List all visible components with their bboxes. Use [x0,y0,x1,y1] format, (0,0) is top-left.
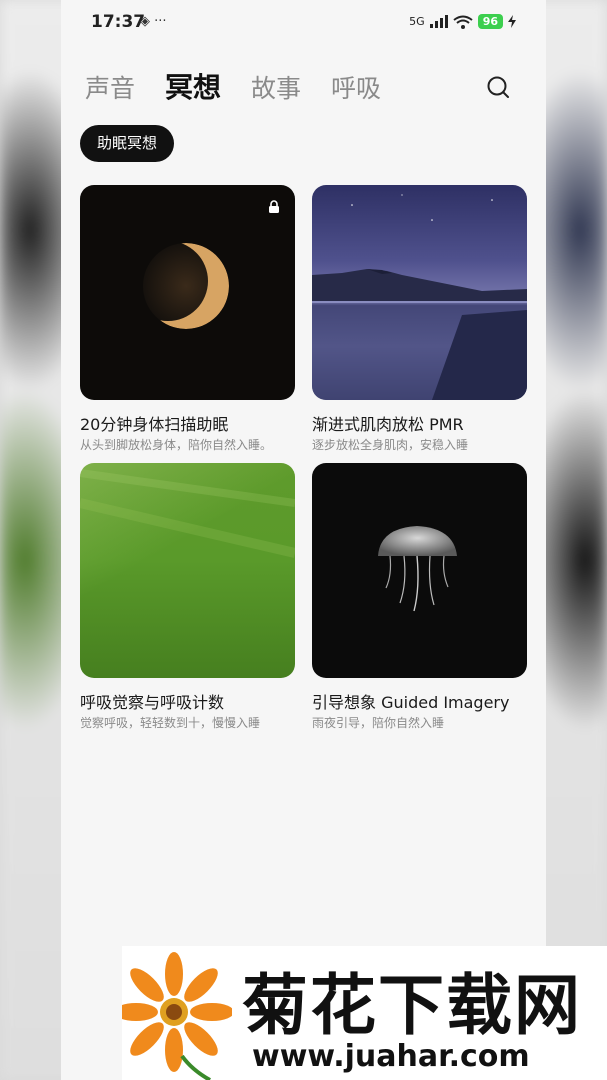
card-thumbnail-jellyfish [312,463,527,678]
card-title: 渐进式肌肉放松 PMR [312,415,464,434]
status-bar: 17:37 ◈ ··· 5G 96 [61,0,546,46]
phone-screen: 17:37 ◈ ··· 5G 96 声音 冥想 故事 呼吸 助眠冥想 20分钟身… [61,0,546,1080]
status-right-icons: 5G 96 [409,14,516,29]
flower-logo-icon [122,952,232,1080]
card-title: 20分钟身体扫描助眠 [80,415,229,434]
tab-meditation[interactable]: 冥想 [165,66,221,106]
content-card[interactable]: 呼吸觉察与呼吸计数 觉察呼吸，轻轻数到十，慢慢入睡 [80,463,295,730]
card-description: 逐步放松全身肌肉，安稳入睡 [312,438,469,452]
category-tabs: 声音 冥想 故事 呼吸 [85,66,381,106]
card-description: 觉察呼吸，轻轻数到十，慢慢入睡 [80,716,261,730]
battery-level: 96 [477,14,503,29]
charging-icon [508,15,516,28]
filter-chip-sleep-meditation[interactable]: 助眠冥想 [80,125,175,162]
wifi-icon [453,15,473,29]
mountain-lake-image [312,194,527,400]
content-card[interactable]: 20分钟身体扫描助眠 从头到脚放松身体，陪你自然入睡。 [80,185,295,452]
card-description: 雨夜引导，陪你自然入睡 [312,716,445,730]
crescent-moon-image [143,243,229,329]
card-title: 引导想象 Guided Imagery [312,693,510,712]
tab-sound[interactable]: 声音 [85,69,135,105]
content-card[interactable]: 引导想象 Guided Imagery 雨夜引导，陪你自然入睡 [312,463,527,730]
card-thumbnail-grass [80,463,295,678]
tab-breathing[interactable]: 呼吸 [331,69,381,105]
jellyfish-image [378,526,457,612]
grass-field-image [80,469,295,558]
notification-icons: ◈ ··· [140,14,167,29]
card-thumbnail-lake [312,185,527,400]
watermark-url: www.juahar.com [252,1039,530,1074]
card-description: 从头到脚放松身体，陪你自然入睡。 [80,438,273,452]
content-card[interactable]: 渐进式肌肉放松 PMR 逐步放松全身肌肉，安稳入睡 [312,185,527,452]
watermark-banner: 菊花下载网 www.juahar.com [122,946,607,1080]
status-time: 17:37 [91,12,146,32]
search-icon[interactable] [485,74,511,100]
network-type-label: 5G [409,15,425,28]
watermark-title: 菊花下载网 [242,967,582,1044]
tab-story[interactable]: 故事 [251,69,301,105]
signal-icon [429,15,448,28]
card-title: 呼吸觉察与呼吸计数 [80,693,225,712]
card-thumbnail-moon [80,185,295,400]
lock-icon [269,200,279,213]
